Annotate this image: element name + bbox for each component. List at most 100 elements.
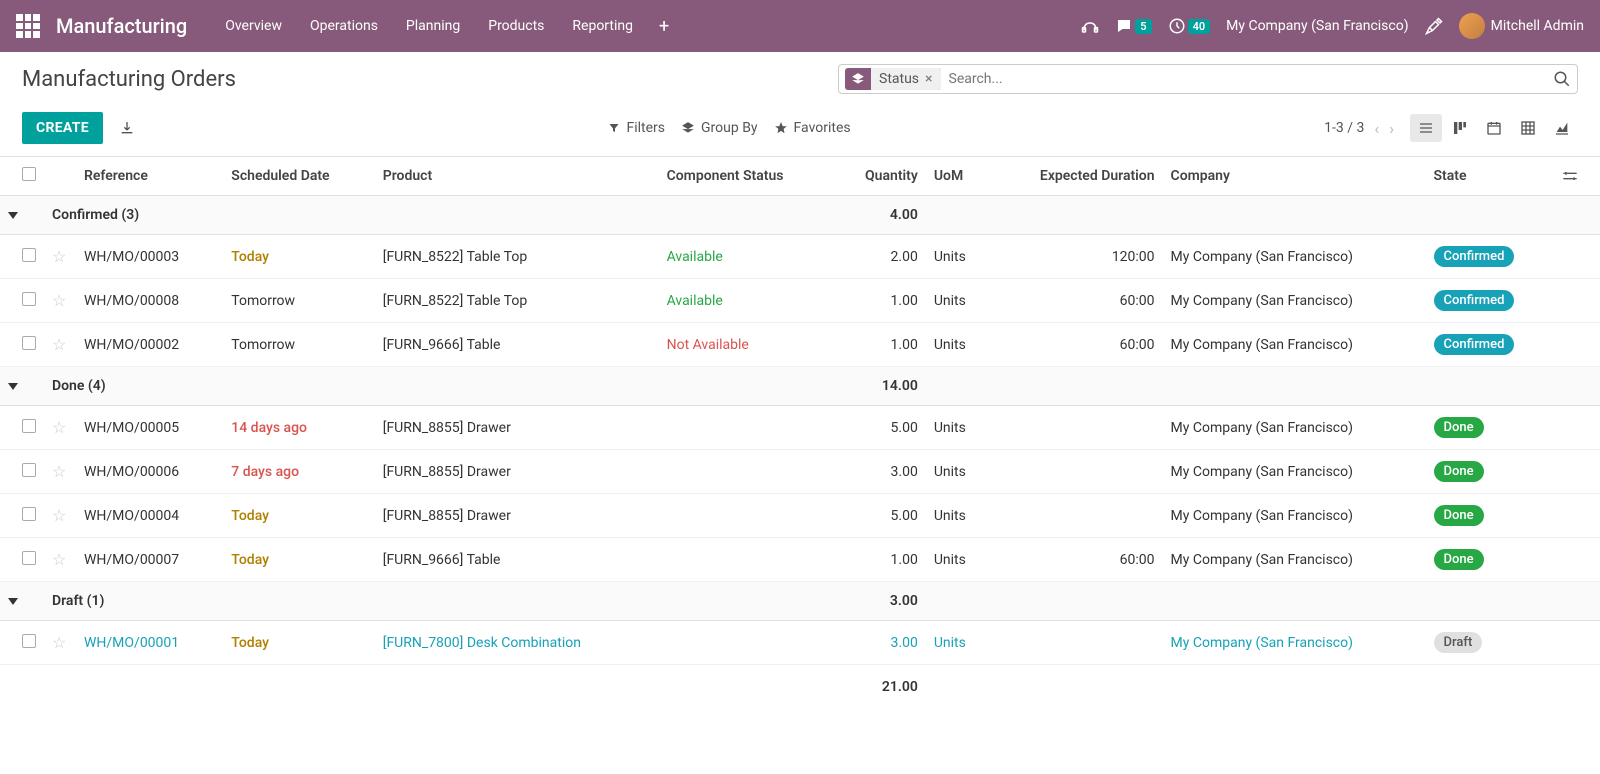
table-row[interactable]: ☆ WH/MO/00007 Today [FURN_9666] Table 1.…: [0, 538, 1600, 582]
group-qty: 3.00: [835, 582, 926, 621]
cell-company: My Company (San Francisco): [1163, 406, 1426, 450]
filter-chip-status[interactable]: Status ×: [845, 68, 941, 90]
apps-icon[interactable]: [16, 14, 40, 38]
pager-next[interactable]: ›: [1389, 119, 1394, 138]
row-checkbox[interactable]: [22, 419, 36, 433]
top-navbar: Manufacturing OverviewOperationsPlanning…: [0, 0, 1600, 52]
cell-duration: [989, 494, 1162, 538]
row-checkbox[interactable]: [22, 336, 36, 350]
search-input[interactable]: [941, 67, 1553, 91]
row-checkbox[interactable]: [22, 463, 36, 477]
cell-component-status: Available: [659, 279, 835, 323]
group-header[interactable]: Confirmed (3) 4.00: [0, 196, 1600, 235]
activities-button[interactable]: 40: [1168, 17, 1211, 35]
table-row[interactable]: ☆ WH/MO/00002 Tomorrow [FURN_9666] Table…: [0, 323, 1600, 367]
tools-icon[interactable]: [1425, 17, 1443, 35]
cell-scheduled: Today: [223, 621, 374, 665]
footer-total: 21.00: [835, 665, 926, 710]
cell-reference: WH/MO/00006: [76, 450, 223, 494]
col-component-status[interactable]: Component Status: [659, 157, 835, 196]
col-quantity[interactable]: Quantity: [835, 157, 926, 196]
row-checkbox[interactable]: [22, 634, 36, 648]
new-tab-button[interactable]: +: [647, 8, 681, 45]
import-button[interactable]: [119, 120, 135, 136]
star-icon[interactable]: ☆: [52, 418, 66, 437]
table-row[interactable]: ☆ WH/MO/00008 Tomorrow [FURN_8522] Table…: [0, 279, 1600, 323]
group-header[interactable]: Draft (1) 3.00: [0, 582, 1600, 621]
table-row[interactable]: ☆ WH/MO/00006 7 days ago [FURN_8855] Dra…: [0, 450, 1600, 494]
star-icon[interactable]: ☆: [52, 462, 66, 481]
user-name: Mitchell Admin: [1491, 18, 1584, 34]
filters-label: Filters: [626, 120, 665, 136]
table-row[interactable]: ☆ WH/MO/00003 Today [FURN_8522] Table To…: [0, 235, 1600, 279]
col-company[interactable]: Company: [1163, 157, 1426, 196]
row-checkbox[interactable]: [22, 248, 36, 262]
view-calendar[interactable]: [1478, 114, 1510, 142]
view-kanban[interactable]: [1444, 114, 1476, 142]
view-pivot[interactable]: [1512, 114, 1544, 142]
cell-state: Confirmed: [1426, 235, 1554, 279]
nav-overview[interactable]: Overview: [211, 10, 296, 42]
page-title: Manufacturing Orders: [22, 67, 236, 92]
cell-product: [FURN_9666] Table: [375, 323, 659, 367]
row-checkbox[interactable]: [22, 551, 36, 565]
group-header[interactable]: Done (4) 14.00: [0, 367, 1600, 406]
user-menu[interactable]: Mitchell Admin: [1459, 13, 1584, 39]
columns-settings-icon[interactable]: [1562, 168, 1578, 184]
cell-qty: 1.00: [835, 323, 926, 367]
search-icon[interactable]: [1553, 70, 1571, 88]
favorites-label: Favorites: [794, 120, 851, 136]
row-checkbox[interactable]: [22, 507, 36, 521]
table-row[interactable]: ☆ WH/MO/00001 Today [FURN_7800] Desk Com…: [0, 621, 1600, 665]
support-icon[interactable]: [1081, 17, 1099, 35]
filters-button[interactable]: Filters: [608, 120, 665, 136]
messages-button[interactable]: 5: [1115, 17, 1151, 35]
cell-state: Confirmed: [1426, 279, 1554, 323]
col-reference[interactable]: Reference: [76, 157, 223, 196]
create-button[interactable]: CREATE: [22, 112, 103, 144]
breadcrumb-row: Manufacturing Orders Status ×: [0, 52, 1600, 100]
cell-component-status: Available: [659, 235, 835, 279]
cell-uom: Units: [926, 494, 990, 538]
cell-state: Done: [1426, 450, 1554, 494]
nav-planning[interactable]: Planning: [392, 10, 474, 42]
star-icon[interactable]: ☆: [52, 633, 66, 652]
nav-reporting[interactable]: Reporting: [558, 10, 647, 42]
star-icon[interactable]: ☆: [52, 291, 66, 310]
select-all-checkbox[interactable]: [22, 167, 36, 181]
star-icon[interactable]: ☆: [52, 506, 66, 525]
cell-component-status: [659, 538, 835, 582]
cell-reference: WH/MO/00004: [76, 494, 223, 538]
cell-product: [FURN_8522] Table Top: [375, 235, 659, 279]
messages-count: 5: [1135, 19, 1151, 34]
cell-product: [FURN_8855] Drawer: [375, 494, 659, 538]
cell-company: My Company (San Francisco): [1163, 450, 1426, 494]
col-product[interactable]: Product: [375, 157, 659, 196]
cell-uom: Units: [926, 235, 990, 279]
chip-remove[interactable]: ×: [925, 71, 932, 87]
app-title[interactable]: Manufacturing: [56, 14, 187, 38]
view-list[interactable]: [1410, 114, 1442, 142]
cell-company: My Company (San Francisco): [1163, 494, 1426, 538]
row-checkbox[interactable]: [22, 292, 36, 306]
nav-products[interactable]: Products: [474, 10, 558, 42]
search-box[interactable]: Status ×: [838, 64, 1578, 94]
nav-operations[interactable]: Operations: [296, 10, 392, 42]
footer-total-row: 21.00: [0, 665, 1600, 710]
col-state[interactable]: State: [1426, 157, 1554, 196]
company-selector[interactable]: My Company (San Francisco): [1226, 18, 1408, 34]
cell-product: [FURN_8522] Table Top: [375, 279, 659, 323]
star-icon[interactable]: ☆: [52, 550, 66, 569]
favorites-button[interactable]: Favorites: [774, 120, 851, 136]
pager-prev[interactable]: ‹: [1374, 119, 1379, 138]
table-row[interactable]: ☆ WH/MO/00005 14 days ago [FURN_8855] Dr…: [0, 406, 1600, 450]
cell-product: [FURN_7800] Desk Combination: [375, 621, 659, 665]
table-row[interactable]: ☆ WH/MO/00004 Today [FURN_8855] Drawer 5…: [0, 494, 1600, 538]
view-graph[interactable]: [1546, 114, 1578, 142]
groupby-button[interactable]: Group By: [681, 120, 758, 136]
star-icon[interactable]: ☆: [52, 335, 66, 354]
col-expected[interactable]: Expected Duration: [989, 157, 1162, 196]
col-scheduled[interactable]: Scheduled Date: [223, 157, 374, 196]
col-uom[interactable]: UoM: [926, 157, 990, 196]
star-icon[interactable]: ☆: [52, 247, 66, 266]
